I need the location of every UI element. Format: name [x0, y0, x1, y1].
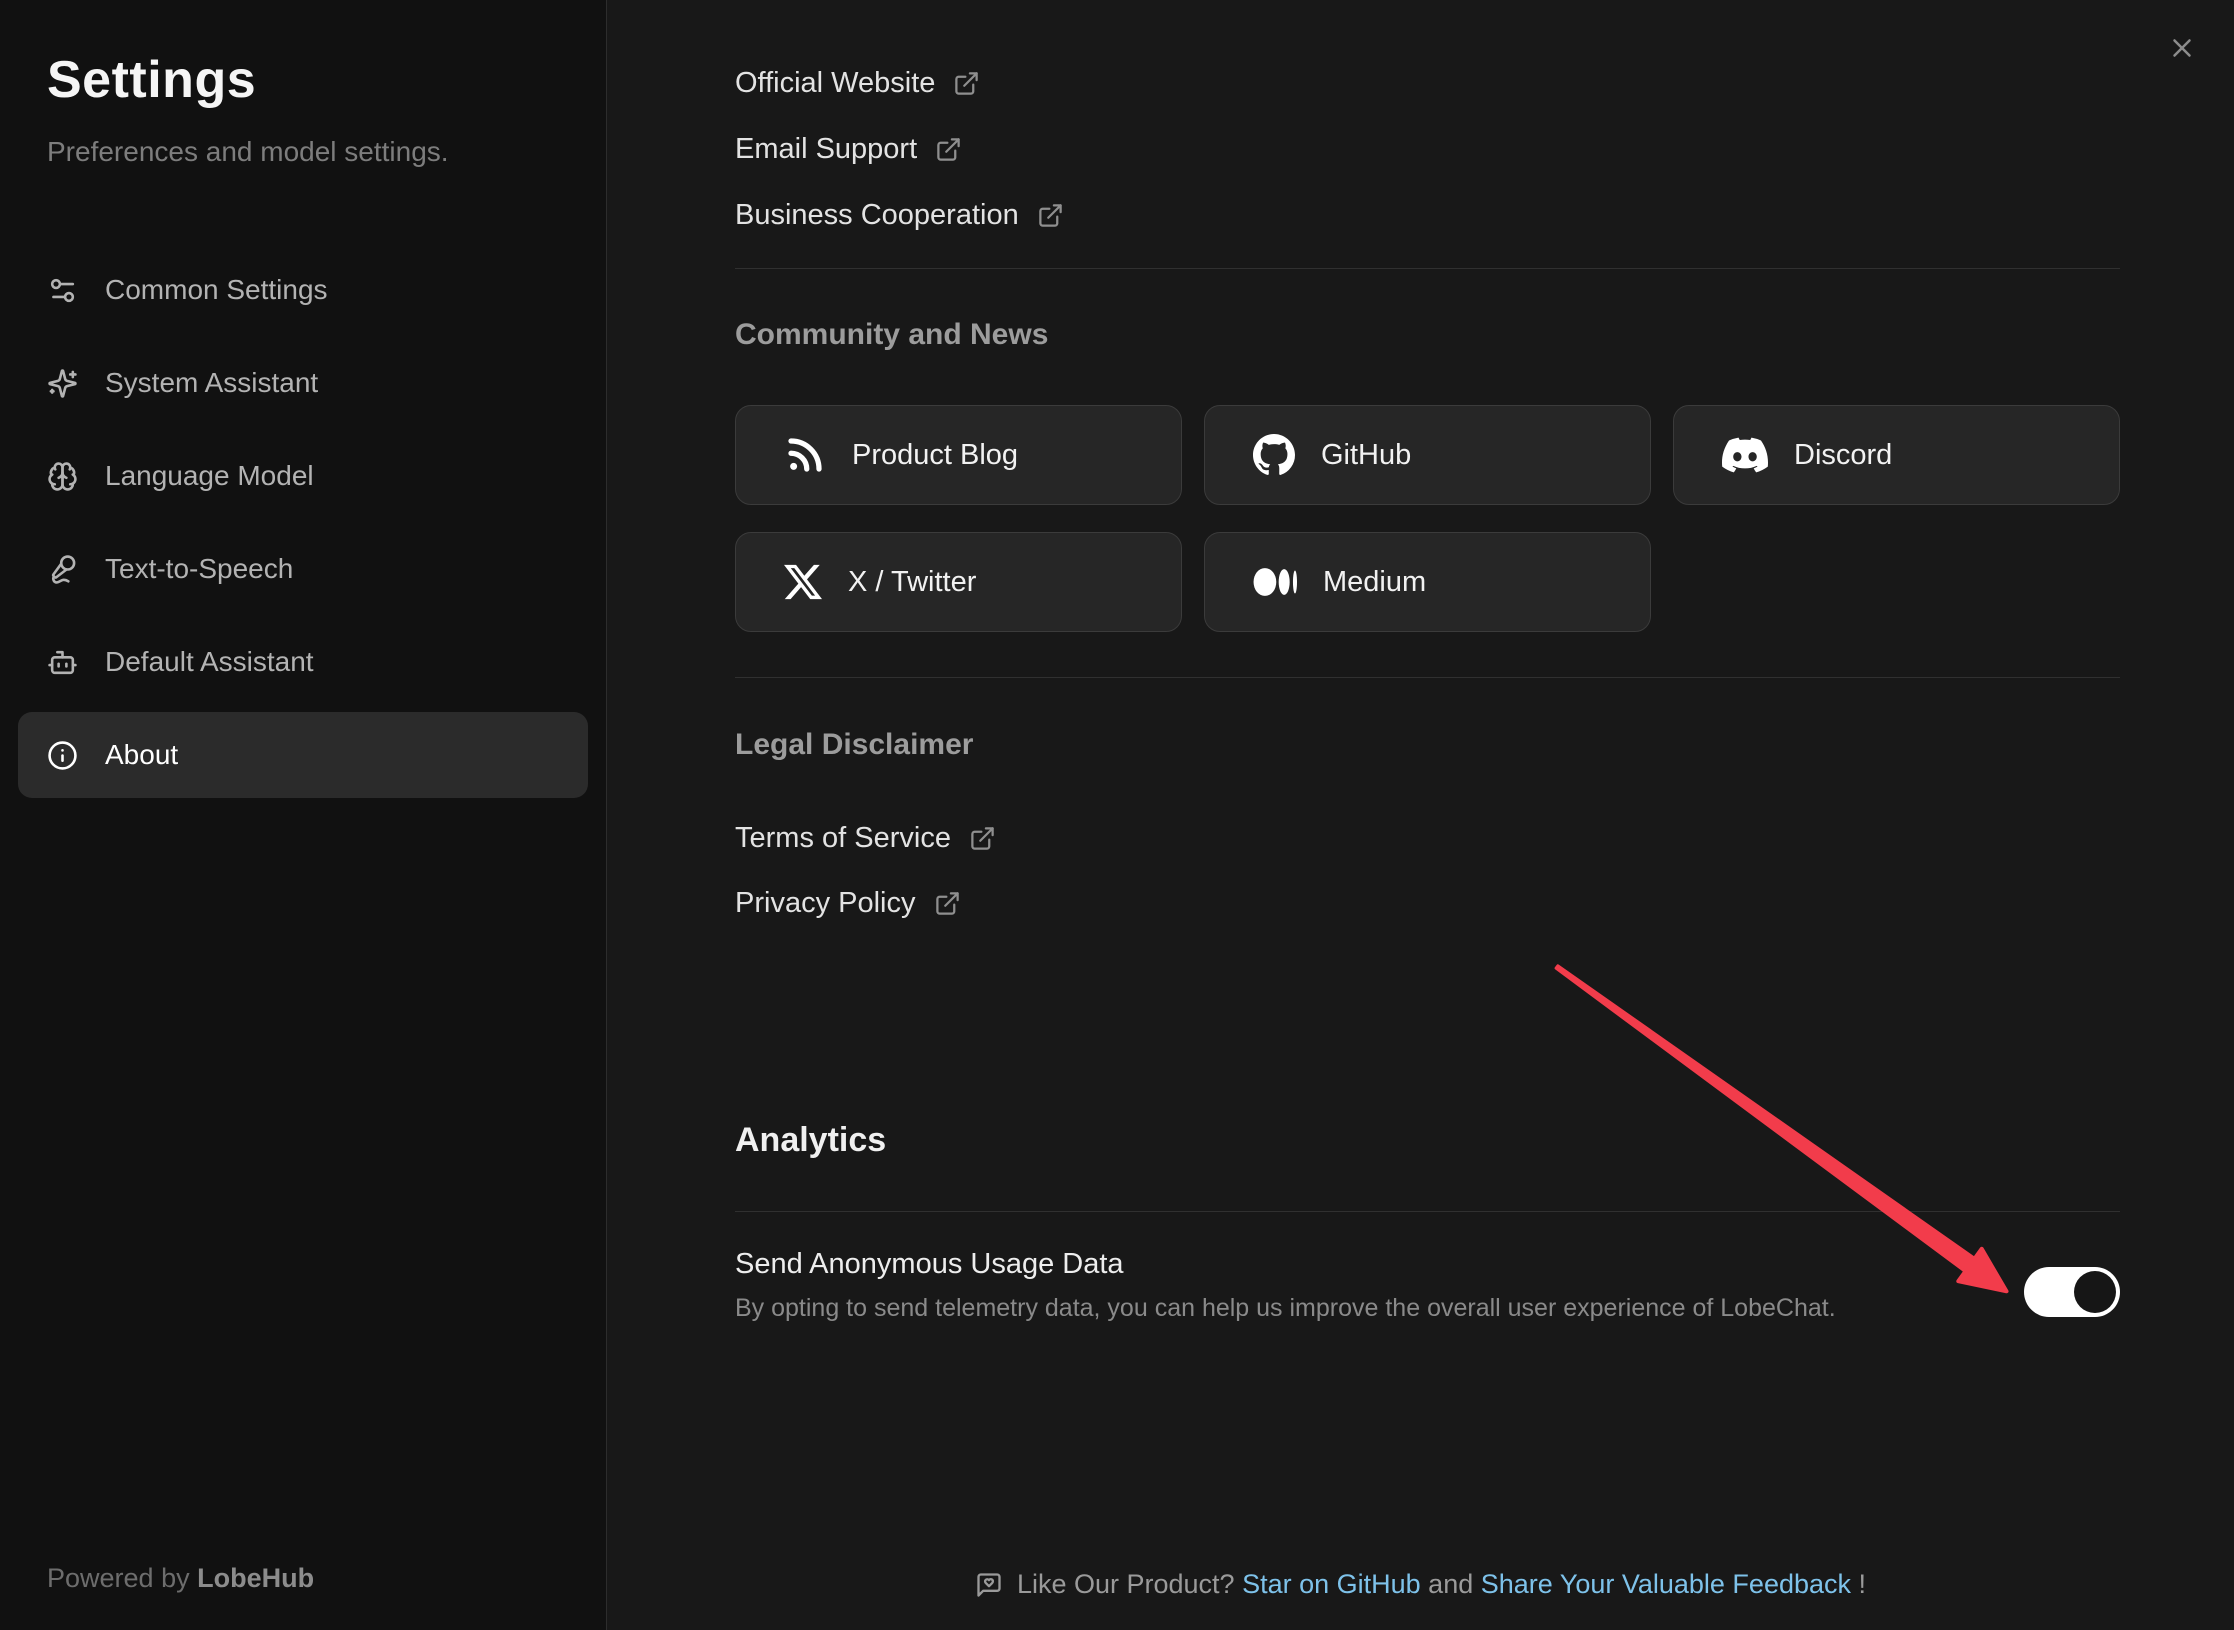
info-icon: [47, 740, 78, 771]
sidebar-item-label: About: [105, 739, 178, 771]
footer-text: Like Our Product?: [1017, 1569, 1242, 1600]
email-support-link[interactable]: Email Support: [735, 126, 2120, 172]
business-cooperation-link[interactable]: Business Cooperation: [735, 192, 2120, 238]
footer-text: !: [1851, 1569, 1866, 1600]
usage-data-toggle[interactable]: [2024, 1267, 2120, 1317]
legal-heading: Legal Disclaimer: [735, 724, 2120, 766]
x-logo-icon: [784, 561, 822, 603]
external-link-icon: [953, 70, 980, 97]
official-website-link[interactable]: Official Website: [735, 60, 2120, 106]
discord-icon: [1722, 434, 1768, 476]
section-divider: [735, 268, 2120, 269]
powered-by-text: Powered by: [47, 1563, 197, 1593]
medium-icon: [1253, 567, 1297, 597]
share-feedback-link[interactable]: Share Your Valuable Feedback: [1481, 1569, 1851, 1600]
sidebar-item-label: Language Model: [105, 460, 314, 492]
card-label: GitHub: [1321, 439, 1411, 472]
sidebar-item-language-model[interactable]: Language Model: [18, 433, 588, 519]
sidebar-item-label: Common Settings: [105, 274, 328, 306]
external-link-icon: [1037, 202, 1064, 229]
settings-sidebar: Settings Preferences and model settings.…: [0, 0, 607, 1630]
link-label: Privacy Policy: [735, 887, 916, 920]
feedback-footer: Like Our Product? Star on GitHub and Sha…: [607, 1569, 2234, 1600]
medium-button[interactable]: Medium: [1204, 532, 1651, 632]
usage-data-label: Send Anonymous Usage Data: [735, 1244, 2120, 1284]
contact-us-heading: Contact Us: [735, 0, 2120, 6]
about-panel: Contact Us Official Website Email Suppor…: [607, 0, 2234, 1630]
message-square-heart-icon: [975, 1571, 1003, 1599]
card-label: Product Blog: [852, 439, 1018, 472]
card-label: Discord: [1794, 439, 1892, 472]
github-button[interactable]: GitHub: [1204, 405, 1651, 505]
page-title: Settings: [47, 50, 559, 110]
rss-icon: [784, 434, 826, 476]
sidebar-item-common-settings[interactable]: Common Settings: [18, 247, 588, 333]
settings-modal: Settings Preferences and model settings.…: [0, 0, 2234, 1630]
analytics-heading: Analytics: [735, 1117, 2120, 1163]
sliders-icon: [47, 275, 78, 306]
external-link-icon: [969, 825, 996, 852]
product-blog-button[interactable]: Product Blog: [735, 405, 1182, 505]
settings-nav: Common Settings System Assistant Languag…: [47, 247, 559, 798]
bot-icon: [47, 647, 78, 678]
card-label: Medium: [1323, 566, 1426, 599]
sidebar-item-label: Text-to-Speech: [105, 553, 293, 585]
usage-data-description: By opting to send telemetry data, you ca…: [735, 1291, 1895, 1325]
link-label: Business Cooperation: [735, 199, 1019, 232]
card-label: X / Twitter: [848, 566, 976, 599]
link-label: Official Website: [735, 67, 935, 100]
page-subtitle: Preferences and model settings.: [47, 136, 559, 168]
discord-button[interactable]: Discord: [1673, 405, 2120, 505]
usage-data-setting: Send Anonymous Usage Data By opting to s…: [735, 1244, 2120, 1325]
sidebar-item-text-to-speech[interactable]: Text-to-Speech: [18, 526, 588, 612]
github-icon: [1253, 434, 1295, 476]
x-twitter-button[interactable]: X / Twitter: [735, 532, 1182, 632]
link-label: Email Support: [735, 133, 917, 166]
sidebar-item-label: System Assistant: [105, 367, 318, 399]
community-links-grid: Product Blog GitHub Discord: [735, 405, 2120, 632]
link-label: Terms of Service: [735, 822, 951, 855]
close-icon: [2167, 33, 2197, 63]
star-on-github-link[interactable]: Star on GitHub: [1242, 1569, 1421, 1600]
close-button[interactable]: [2162, 28, 2202, 68]
sidebar-item-system-assistant[interactable]: System Assistant: [18, 340, 588, 426]
community-heading: Community and News: [735, 314, 2120, 356]
sidebar-item-default-assistant[interactable]: Default Assistant: [18, 619, 588, 705]
footer-text: and: [1421, 1569, 1481, 1600]
sparkles-icon: [47, 368, 78, 399]
sidebar-item-label: Default Assistant: [105, 646, 314, 678]
section-divider: [735, 677, 2120, 678]
external-link-icon: [935, 136, 962, 163]
external-link-icon: [934, 890, 961, 917]
privacy-policy-link[interactable]: Privacy Policy: [735, 880, 2120, 926]
sidebar-item-about[interactable]: About: [18, 712, 588, 798]
powered-by: Powered by LobeHub: [47, 1563, 314, 1594]
mic-icon: [47, 554, 78, 585]
brain-icon: [47, 461, 78, 492]
lobehub-brand: LobeHub: [197, 1563, 314, 1593]
section-divider: [735, 1211, 2120, 1212]
toggle-knob: [2074, 1271, 2116, 1313]
terms-of-service-link[interactable]: Terms of Service: [735, 815, 2120, 861]
